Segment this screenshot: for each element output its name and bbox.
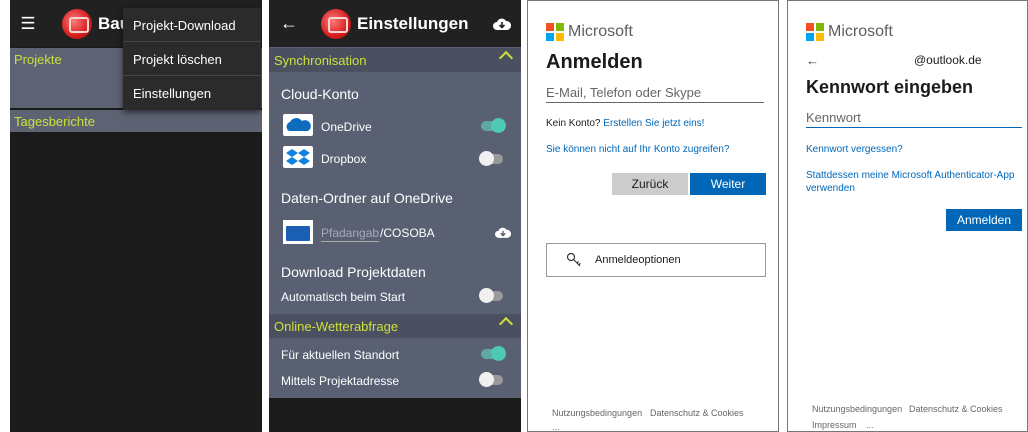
settings-screen: ← Einstellungen Synchronisation Cloud-Ko… — [269, 0, 521, 432]
microsoft-logo-icon — [546, 23, 564, 41]
download-project-data-label: Download Projektdaten — [281, 264, 426, 280]
onedrive-label: OneDrive — [321, 120, 372, 134]
microsoft-logo: Microsoft — [806, 23, 893, 41]
footer-impressum-link[interactable]: Impressum — [812, 420, 857, 430]
microsoft-logo: Microsoft — [546, 23, 633, 41]
app-logo — [62, 8, 92, 39]
back-arrow-icon[interactable]: ← — [277, 13, 301, 34]
footer-more-link[interactable]: ... — [552, 422, 560, 431]
cloud-download-icon[interactable] — [495, 226, 511, 239]
footer-privacy-link[interactable]: Datenschutz & Cookies — [909, 404, 1003, 414]
microsoft-signin-screen: Microsoft Anmelden Kein Konto? Erstellen… — [527, 0, 779, 432]
data-folder-label: Daten-Ordner auf OneDrive — [281, 190, 453, 206]
signin-options-button[interactable]: Anmeldeoptionen — [546, 243, 766, 277]
onedrive-icon — [283, 114, 313, 136]
dropbox-icon — [283, 146, 313, 168]
signin-heading: Anmelden — [546, 51, 643, 73]
password-input[interactable] — [806, 108, 1022, 128]
project-address-toggle[interactable] — [479, 372, 503, 387]
weather-section-header[interactable]: Online-Wetterabfrage — [269, 314, 521, 338]
onedrive-toggle[interactable] — [481, 118, 506, 133]
main-screen: ☰ Baut Projekte Tagesberichte Projekt-Do… — [10, 0, 262, 432]
overflow-menu: Projekt-Download Projekt löschen Einstel… — [123, 8, 261, 110]
microsoft-brand: Microsoft — [568, 23, 633, 40]
cloud-account-label: Cloud-Konto — [281, 86, 359, 102]
dropbox-label: Dropbox — [321, 152, 367, 166]
email-input[interactable] — [546, 83, 764, 103]
settings-top-bar: ← Einstellungen — [269, 0, 521, 47]
cloud-download-icon[interactable] — [493, 17, 511, 31]
microsoft-brand: Microsoft — [828, 23, 893, 40]
no-account-label: Kein Konto? — [546, 118, 601, 129]
section-projects-label: Projekte — [14, 52, 62, 67]
bottom-dark-area — [269, 398, 521, 432]
auto-start-label: Automatisch beim Start — [281, 290, 406, 304]
microsoft-password-screen: Microsoft ← @outlook.de Kennwort eingebe… — [787, 0, 1028, 432]
account-email: @outlook.de — [914, 53, 982, 67]
section-daily-reports[interactable]: Tagesberichte — [10, 110, 262, 132]
no-account-text: Kein Konto? Erstellen Sie jetzt eins! — [546, 118, 704, 129]
current-location-toggle[interactable] — [481, 346, 506, 361]
app-logo — [321, 8, 351, 39]
folder-path-input[interactable] — [321, 224, 379, 242]
weather-section-label: Online-Wetterabfrage — [274, 319, 399, 334]
forgot-password-link[interactable]: Kennwort vergessen? — [806, 144, 903, 155]
sync-section-label: Synchronisation — [274, 53, 367, 68]
chevron-up-icon — [498, 50, 514, 66]
footer-more-link[interactable]: ... — [866, 420, 874, 430]
hamburger-icon[interactable]: ☰ — [14, 14, 42, 34]
current-location-label: Für aktuellen Standort — [281, 348, 400, 362]
settings-title: Einstellungen — [357, 13, 469, 33]
footer-terms-link[interactable]: Nutzungsbedingungen — [812, 404, 902, 414]
signin-options-label: Anmeldeoptionen — [595, 254, 681, 266]
auto-start-toggle[interactable] — [479, 288, 503, 303]
key-icon — [566, 252, 581, 267]
cant-access-account-link[interactable]: Sie können nicht auf Ihr Konto zugreifen… — [546, 144, 729, 155]
chevron-up-icon — [498, 316, 514, 332]
menu-item-delete-project[interactable]: Projekt löschen — [123, 42, 261, 76]
create-account-link[interactable]: Erstellen Sie jetzt eins! — [603, 118, 704, 129]
back-arrow-icon[interactable]: ← — [806, 53, 819, 68]
dropbox-toggle[interactable] — [479, 151, 503, 166]
password-heading: Kennwort eingeben — [806, 77, 974, 97]
sync-section-header[interactable]: Synchronisation — [269, 48, 521, 72]
section-daily-reports-label: Tagesberichte — [14, 114, 95, 129]
folder-icon — [283, 220, 313, 244]
microsoft-logo-icon — [806, 23, 824, 41]
menu-item-settings[interactable]: Einstellungen — [123, 76, 261, 110]
next-button[interactable]: Weiter — [690, 173, 766, 195]
project-address-label: Mittels Projektadresse — [281, 374, 400, 388]
footer-terms-link[interactable]: Nutzungsbedingungen — [552, 408, 642, 418]
footer-privacy-link[interactable]: Datenschutz & Cookies — [650, 408, 744, 418]
authenticator-app-link[interactable]: Stattdessen meine Microsoft Authenticato… — [806, 169, 1016, 195]
back-button[interactable]: Zurück — [612, 173, 688, 195]
signin-button[interactable]: Anmelden — [946, 209, 1022, 231]
folder-path-suffix: /COSOBA — [380, 226, 435, 240]
menu-item-project-download[interactable]: Projekt-Download — [123, 8, 261, 42]
